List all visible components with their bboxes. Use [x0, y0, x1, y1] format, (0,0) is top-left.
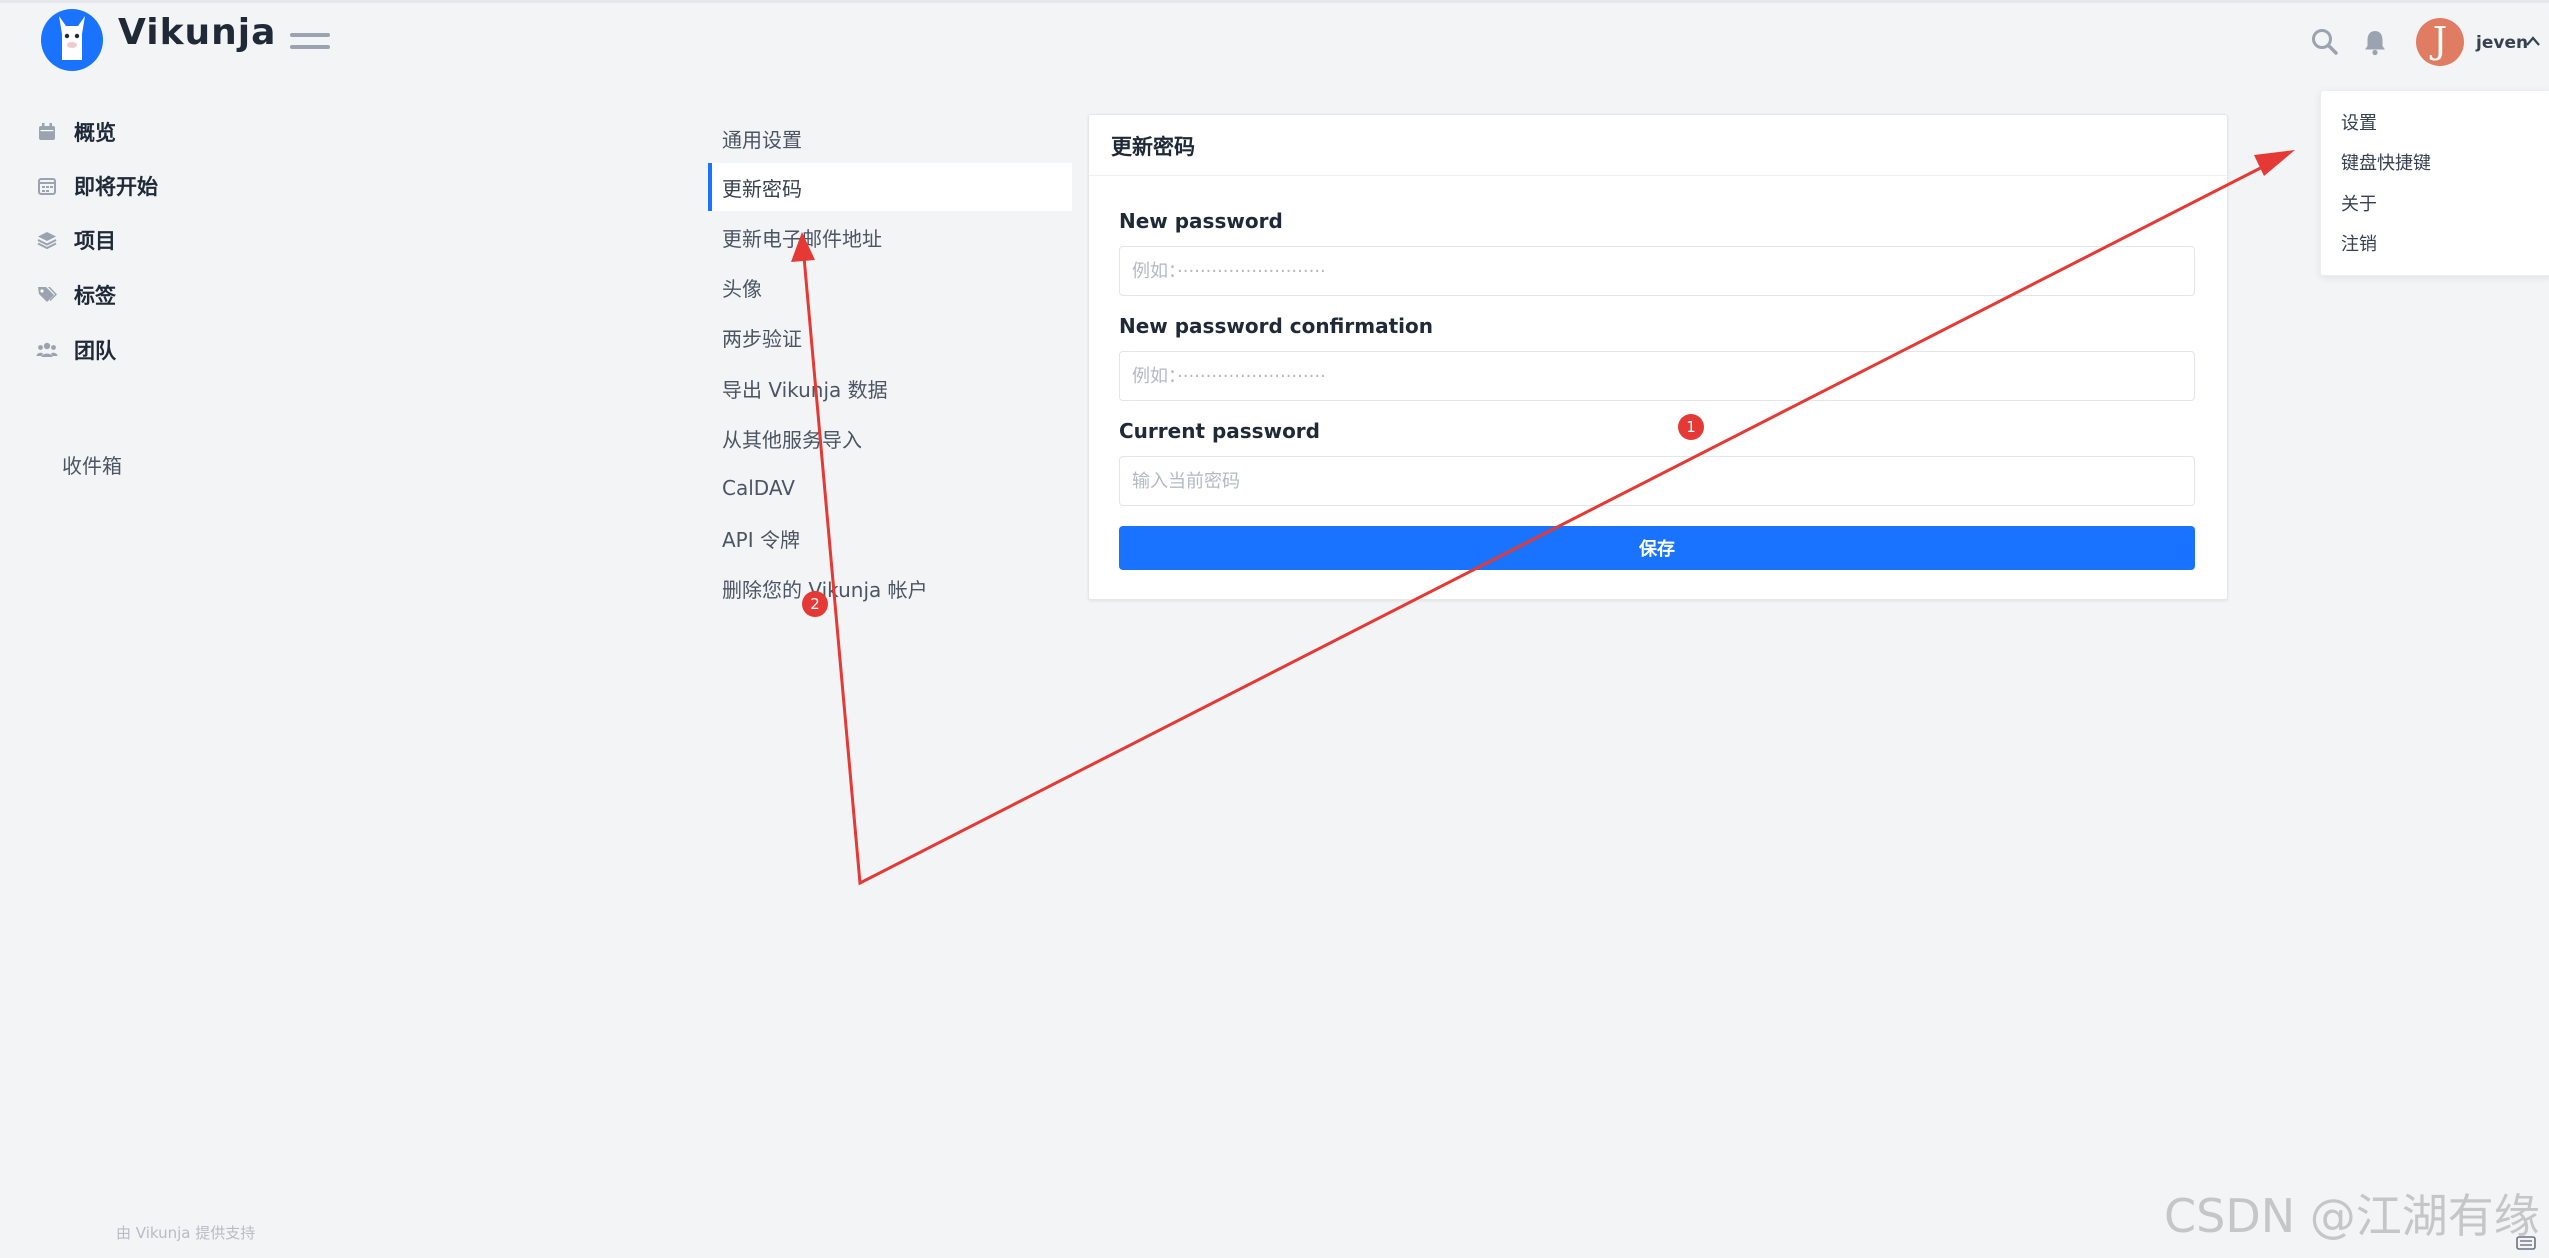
sidebar-item-inbox[interactable]: 收件箱 — [62, 450, 122, 479]
sidebar-item-label: 项目 — [74, 229, 116, 253]
settings-nav-label: 更新电子邮件地址 — [722, 226, 882, 251]
new-password-confirmation-input[interactable] — [1119, 351, 2195, 401]
menu-toggle-icon[interactable] — [290, 30, 330, 52]
new-password-confirmation-label: New password confirmation — [1119, 314, 1433, 338]
layers-icon — [36, 229, 58, 251]
settings-nav-label: 两步验证 — [722, 326, 802, 351]
settings-nav-api-tokens[interactable]: API 令牌 — [708, 514, 1068, 562]
settings-nav-import[interactable]: 从其他服务导入 — [708, 414, 1068, 462]
card-header: 更新密码 — [1089, 115, 2227, 176]
sidebar-item-label: 概览 — [74, 121, 116, 145]
vikunja-logo-icon[interactable] — [40, 8, 104, 72]
current-password-input[interactable] — [1119, 456, 2195, 506]
calendar-icon — [36, 121, 58, 143]
settings-nav-label: 头像 — [722, 276, 762, 301]
sidebar-item-upcoming[interactable]: 即将开始 — [36, 168, 158, 204]
top-border — [0, 0, 2549, 3]
annotation-badge-2: 2 — [802, 591, 828, 617]
update-password-card: 更新密码 New password New password confirmat… — [1088, 114, 2228, 600]
sidebar-item-label: 即将开始 — [74, 175, 158, 199]
sidebar-item-overview[interactable]: 概览 — [36, 114, 116, 150]
settings-nav-label: 通用设置 — [722, 127, 802, 152]
chevron-up-icon[interactable] — [2524, 33, 2542, 51]
dropdown-item-keyboard-shortcuts[interactable]: 键盘快捷键 — [2341, 149, 2431, 175]
settings-nav-label: CalDAV — [722, 476, 795, 500]
calendar-grid-icon — [36, 175, 58, 197]
settings-nav-delete-account[interactable]: 删除您的 Vikunja 帐户 — [708, 564, 1068, 612]
settings-nav-export[interactable]: 导出 Vikunja 数据 — [708, 364, 1068, 412]
username[interactable]: jeven — [2476, 33, 2528, 53]
tags-icon — [36, 284, 58, 306]
sidebar-item-projects[interactable]: 项目 — [36, 222, 116, 258]
settings-nav-caldav[interactable]: CalDAV — [708, 464, 1068, 512]
settings-nav-general[interactable]: 通用设置 — [708, 114, 1068, 162]
sidebar-item-label: 标签 — [74, 284, 116, 308]
dropdown-item-about[interactable]: 关于 — [2341, 190, 2377, 216]
search-icon[interactable] — [2310, 27, 2340, 57]
settings-nav-two-factor[interactable]: 两步验证 — [708, 313, 1068, 361]
users-icon — [36, 339, 58, 361]
sidebar-item-labels[interactable]: 标签 — [36, 277, 116, 313]
keyboard-icon — [2515, 1232, 2537, 1254]
save-button[interactable]: 保存 — [1119, 526, 2195, 570]
new-password-label: New password — [1119, 209, 1283, 233]
current-password-label: Current password — [1119, 419, 1320, 443]
user-dropdown-menu: 设置 键盘快捷键 关于 注销 — [2320, 90, 2549, 276]
annotation-badge-1: 1 — [1678, 414, 1704, 440]
card-title: 更新密码 — [1111, 135, 1195, 159]
settings-nav-email[interactable]: 更新电子邮件地址 — [708, 213, 1068, 261]
bell-icon[interactable] — [2360, 27, 2390, 57]
sidebar-item-label: 团队 — [74, 339, 116, 363]
settings-nav-label: API 令牌 — [722, 527, 800, 552]
powered-by-link[interactable]: 由 Vikunja 提供支持 — [116, 1222, 255, 1243]
new-password-input[interactable] — [1119, 246, 2195, 296]
settings-nav-password[interactable]: 更新密码 — [708, 163, 1072, 211]
sidebar-item-teams[interactable]: 团队 — [36, 332, 116, 368]
watermark: CSDN @江湖有缘 — [2164, 1189, 2540, 1243]
settings-nav-label: 更新密码 — [722, 176, 802, 201]
settings-nav-avatar[interactable]: 头像 — [708, 263, 1068, 311]
avatar[interactable]: J — [2416, 18, 2464, 66]
settings-nav-label: 导出 Vikunja 数据 — [722, 377, 888, 402]
app-name: Vikunja — [118, 12, 277, 53]
dropdown-item-logout[interactable]: 注销 — [2341, 230, 2377, 256]
dropdown-item-settings[interactable]: 设置 — [2341, 109, 2377, 135]
settings-nav-label: 从其他服务导入 — [722, 427, 862, 452]
